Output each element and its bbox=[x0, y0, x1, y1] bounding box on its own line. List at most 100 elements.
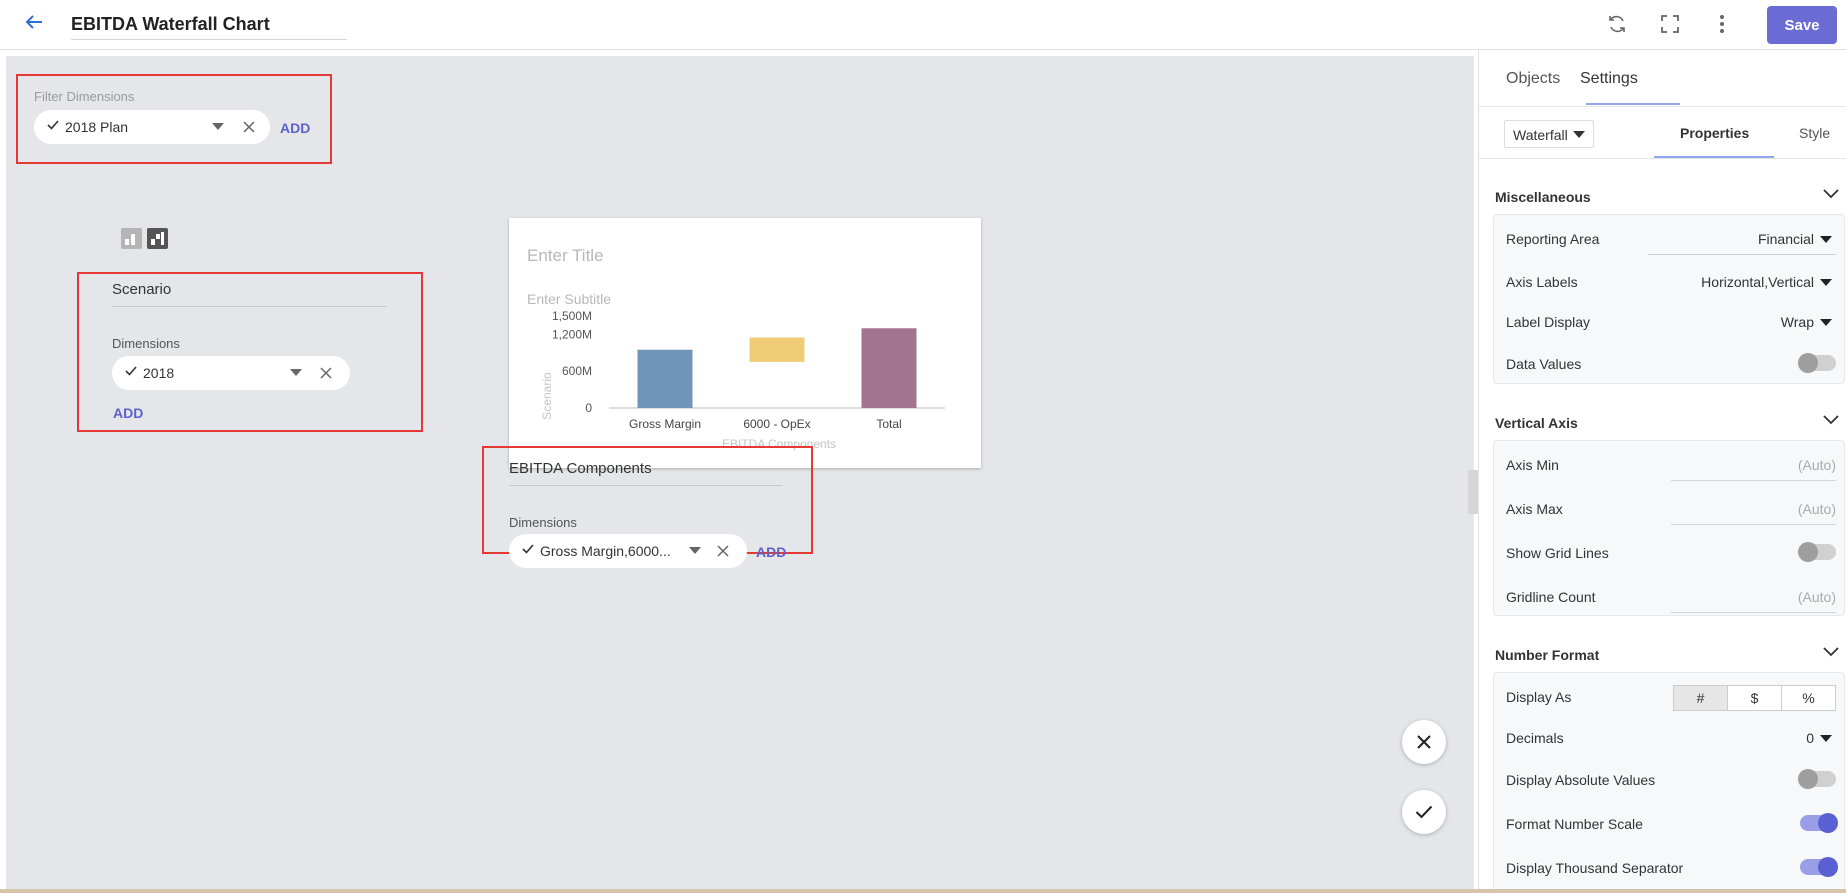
chart-y-axis-label: Scenario bbox=[540, 372, 554, 420]
axis-labels-row: Axis Labels Horizontal,Vertical bbox=[1506, 272, 1836, 292]
chevron-down-icon[interactable] bbox=[212, 123, 224, 130]
format-scale-row: Format Number Scale bbox=[1506, 813, 1838, 834]
thousand-sep-row: Display Thousand Separator bbox=[1506, 857, 1838, 878]
number-format-group: Display As # $ % Decimals 0 Display Abso… bbox=[1493, 672, 1845, 892]
chevron-down-icon[interactable] bbox=[290, 369, 302, 376]
chevron-down-icon bbox=[1823, 647, 1839, 657]
components-title[interactable]: EBITDA Components bbox=[509, 460, 782, 486]
vertical-axis-header[interactable]: Vertical Axis bbox=[1495, 415, 1839, 431]
thousand-sep-toggle[interactable] bbox=[1800, 857, 1838, 877]
chevron-down-icon bbox=[1823, 415, 1839, 425]
subtab-properties[interactable]: Properties bbox=[1680, 125, 1749, 141]
axis-max-row: Axis Max (Auto) bbox=[1506, 499, 1836, 525]
waterfall-chart-icon[interactable] bbox=[147, 228, 168, 249]
bottom-border bbox=[0, 889, 1846, 893]
toggle-knob bbox=[1818, 857, 1838, 877]
toggle-knob bbox=[1798, 769, 1818, 789]
format-scale-label: Format Number Scale bbox=[1506, 816, 1643, 832]
app-header: EBITDA Waterfall Chart Save bbox=[0, 0, 1846, 50]
components-dimensions-label: Dimensions bbox=[509, 515, 577, 530]
back-arrow-icon[interactable] bbox=[22, 10, 46, 34]
page-title: EBITDA Waterfall Chart bbox=[71, 14, 270, 34]
components-add-link[interactable]: ADD bbox=[756, 544, 786, 560]
scenario-box: Scenario Dimensions 2018 ADD bbox=[77, 272, 423, 432]
data-values-row: Data Values bbox=[1506, 353, 1836, 374]
thousand-sep-label: Display Thousand Separator bbox=[1506, 860, 1684, 876]
chart-title-field[interactable]: EBITDA Waterfall Chart bbox=[71, 10, 347, 40]
axis-min-row: Axis Min (Auto) bbox=[1506, 455, 1836, 481]
toggle-knob bbox=[1818, 813, 1838, 833]
axis-min-placeholder: (Auto) bbox=[1797, 457, 1836, 473]
data-values-label: Data Values bbox=[1506, 356, 1582, 372]
confirm-button[interactable] bbox=[1402, 790, 1446, 834]
components-dimension-chip[interactable]: Gross Margin,6000... bbox=[509, 534, 747, 568]
label-display-value: Wrap bbox=[1780, 314, 1814, 330]
display-absolute-row: Display Absolute Values bbox=[1506, 769, 1836, 790]
refresh-icon[interactable] bbox=[1603, 10, 1631, 38]
chevron-down-icon bbox=[1820, 319, 1832, 326]
label-display-select[interactable]: Wrap bbox=[1756, 310, 1836, 338]
axis-max-label: Axis Max bbox=[1506, 501, 1563, 517]
reporting-area-row: Reporting Area Financial bbox=[1506, 229, 1836, 255]
miscellaneous-header[interactable]: Miscellaneous bbox=[1495, 189, 1839, 205]
toggle-knob bbox=[1798, 353, 1818, 373]
scenario-add-link[interactable]: ADD bbox=[113, 405, 143, 421]
chart-type-select[interactable]: Waterfall bbox=[1504, 120, 1594, 148]
components-chip-label: Gross Margin,6000... bbox=[540, 543, 671, 559]
tab-settings[interactable]: Settings bbox=[1580, 70, 1638, 88]
y-tick-label: 1,500M bbox=[552, 309, 592, 323]
more-vertical-icon[interactable] bbox=[1708, 10, 1736, 38]
close-icon[interactable] bbox=[242, 120, 256, 134]
reporting-area-select[interactable]: Financial bbox=[1648, 227, 1836, 255]
filter-dimension-chip[interactable]: 2018 Plan bbox=[34, 110, 270, 144]
settings-panel: Objects Settings Waterfall Properties St… bbox=[1478, 50, 1846, 893]
check-icon bbox=[125, 366, 137, 376]
scenario-dimension-chip[interactable]: 2018 bbox=[112, 356, 350, 390]
data-values-toggle[interactable] bbox=[1798, 353, 1836, 373]
subtabs-divider bbox=[1479, 158, 1846, 159]
bar-chart-icon[interactable] bbox=[121, 228, 142, 249]
vertical-axis-title: Vertical Axis bbox=[1495, 415, 1578, 431]
scenario-dimensions-label: Dimensions bbox=[112, 336, 180, 351]
y-tick-label: 1,200M bbox=[552, 327, 592, 341]
chevron-down-icon bbox=[1823, 189, 1839, 199]
display-absolute-label: Display Absolute Values bbox=[1506, 772, 1656, 788]
format-scale-toggle[interactable] bbox=[1800, 813, 1838, 833]
subtab-style[interactable]: Style bbox=[1799, 125, 1830, 141]
axis-labels-select[interactable]: Horizontal,Vertical bbox=[1686, 270, 1836, 298]
decimals-select[interactable]: 0 bbox=[1796, 726, 1836, 754]
y-tick-label: 600M bbox=[562, 364, 592, 378]
cancel-button[interactable] bbox=[1402, 720, 1446, 764]
gridline-count-input[interactable]: (Auto) bbox=[1671, 585, 1836, 613]
axis-max-input[interactable]: (Auto) bbox=[1671, 497, 1836, 525]
check-icon bbox=[522, 544, 534, 554]
vertical-axis-group: Axis Min (Auto) Axis Max (Auto) Show Gri… bbox=[1493, 440, 1845, 616]
chart-card[interactable]: Enter Title Enter Subtitle Scenario EBIT… bbox=[509, 218, 981, 468]
number-format-header[interactable]: Number Format bbox=[1495, 647, 1839, 663]
chevron-down-icon bbox=[1573, 131, 1585, 138]
chevron-down-icon[interactable] bbox=[689, 547, 701, 554]
display-as-currency-option[interactable]: $ bbox=[1728, 686, 1782, 710]
close-icon[interactable] bbox=[319, 366, 333, 380]
display-as-percent-option[interactable]: % bbox=[1782, 686, 1835, 710]
scenario-title[interactable]: Scenario bbox=[112, 281, 387, 307]
display-as-label: Display As bbox=[1506, 689, 1572, 705]
components-box: EBITDA Components Dimensions Gross Margi… bbox=[482, 446, 813, 568]
display-absolute-toggle[interactable] bbox=[1798, 769, 1836, 789]
show-grid-lines-toggle[interactable] bbox=[1798, 542, 1836, 562]
check-icon bbox=[1415, 805, 1433, 819]
panel-collapse-handle[interactable] bbox=[1468, 470, 1478, 514]
gridline-count-label: Gridline Count bbox=[1506, 589, 1596, 605]
fullscreen-icon[interactable] bbox=[1656, 10, 1684, 38]
gridline-count-row: Gridline Count (Auto) bbox=[1506, 587, 1836, 613]
save-button[interactable]: Save bbox=[1767, 6, 1837, 44]
decimals-row: Decimals 0 bbox=[1506, 728, 1836, 748]
axis-min-input[interactable]: (Auto) bbox=[1671, 453, 1836, 481]
display-as-row: Display As # $ % bbox=[1506, 685, 1836, 711]
close-icon[interactable] bbox=[716, 544, 730, 558]
filter-add-link[interactable]: ADD bbox=[280, 120, 310, 136]
display-as-number-option[interactable]: # bbox=[1674, 686, 1728, 710]
design-canvas: Filter Dimensions 2018 Plan ADD Scenario… bbox=[6, 56, 1474, 889]
tab-objects[interactable]: Objects bbox=[1506, 70, 1560, 88]
axis-min-label: Axis Min bbox=[1506, 457, 1559, 473]
